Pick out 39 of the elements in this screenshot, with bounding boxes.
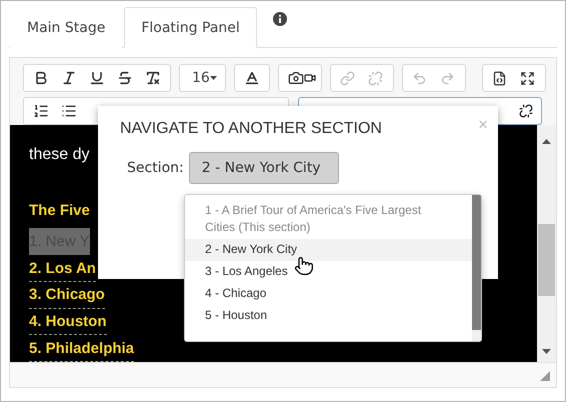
scroll-up-icon[interactable] (542, 139, 551, 144)
caret-icon (210, 76, 217, 80)
italic-icon (61, 70, 77, 86)
section-label: Section: (127, 160, 184, 176)
dialog-title: NAVIGATE TO ANOTHER SECTION (120, 120, 382, 138)
redo-icon (440, 70, 456, 86)
city-item: 3. Chicago (29, 282, 105, 309)
info-icon[interactable] (272, 12, 287, 26)
tab[interactable]: Floating Panel (124, 7, 257, 48)
section-select[interactable]: 2 - New York City (188, 152, 339, 184)
unlink-icon[interactable] (519, 104, 533, 118)
hand-cursor-icon (294, 256, 314, 276)
resize-grip-icon[interactable] (540, 371, 550, 381)
scroll-down-icon[interactable] (542, 349, 551, 354)
camera-icon (288, 70, 304, 86)
scrollbar[interactable] (537, 125, 556, 362)
bullet-list-icon (61, 103, 77, 119)
clear-format-icon (145, 70, 161, 86)
strikethrough-icon (117, 70, 133, 86)
scroll-thumb[interactable] (538, 224, 555, 296)
video-icon (304, 72, 316, 84)
section-option[interactable]: 3 - Los Angeles (185, 261, 472, 283)
section-option[interactable]: 4 - Chicago (185, 283, 472, 305)
undo-icon (412, 70, 428, 86)
ordered-list-icon (33, 103, 49, 119)
font-size-select[interactable]: 16 (179, 64, 226, 92)
code-file-icon (492, 70, 508, 86)
text-color-icon (244, 70, 260, 86)
section-option[interactable]: 5 - Houston (185, 305, 472, 327)
list-heading: The Five (29, 202, 90, 221)
unlink-icon (368, 70, 384, 86)
underline-icon (89, 70, 105, 86)
fullscreen-icon (520, 70, 536, 86)
city-item: 4. Houston (29, 308, 106, 336)
city-item: 2. Los An (29, 255, 96, 282)
intro-text: these dy (29, 146, 90, 165)
link-icon (340, 70, 356, 86)
bold-icon (33, 70, 49, 86)
section-option[interactable]: 2 - New York City (185, 239, 472, 261)
